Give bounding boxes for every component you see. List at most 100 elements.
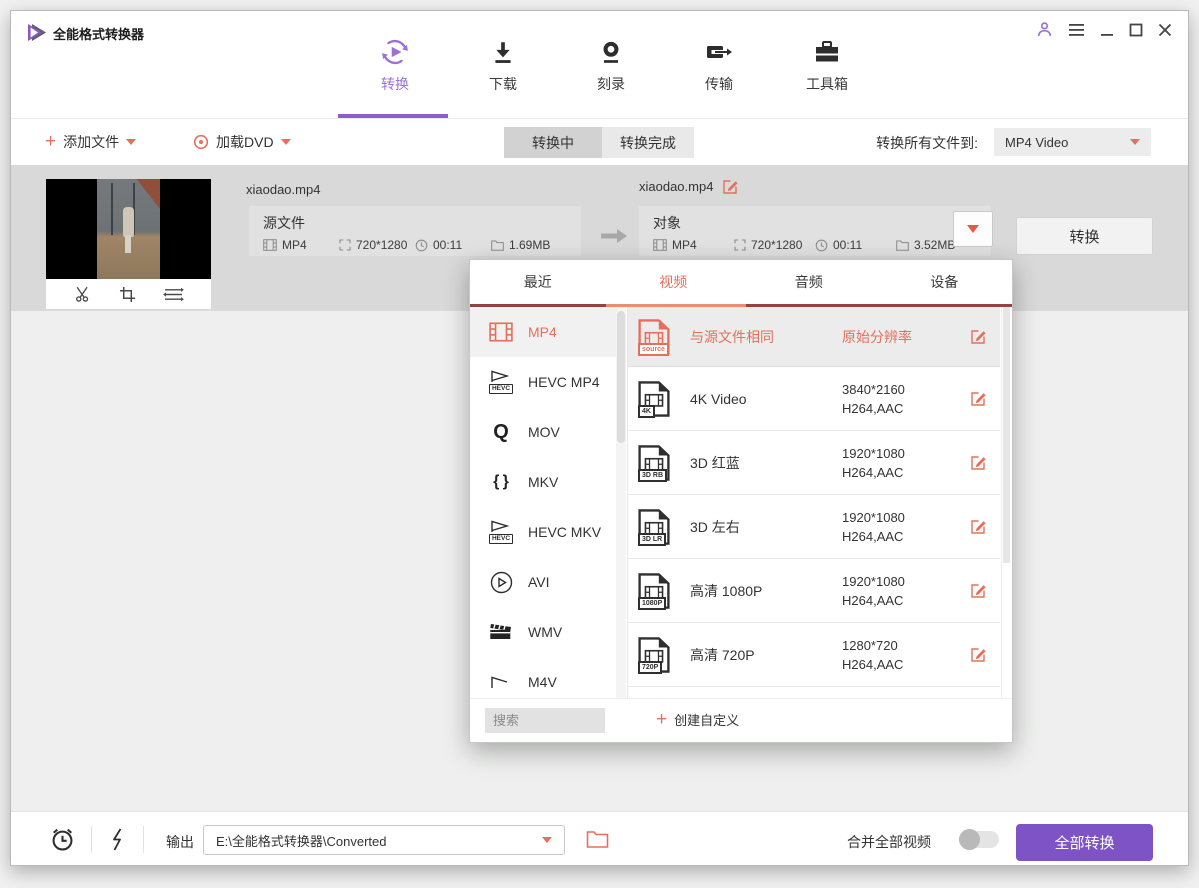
target-resolution: 720*1280 xyxy=(734,238,815,252)
format-popup-tabs: 最近 视频 音频 设备 xyxy=(470,260,1012,304)
preset-row-4k[interactable]: 4K 4K Video 3840*2160H264,AAC xyxy=(628,367,1000,431)
merge-videos-label: 合并全部视频 xyxy=(847,832,931,852)
format-list-scrollbar[interactable] xyxy=(616,307,626,698)
nav-tab-download-label: 下载 xyxy=(489,74,517,94)
nav-tab-transfer[interactable]: 传输 xyxy=(679,35,759,94)
merge-videos-toggle[interactable] xyxy=(959,831,999,848)
format-item-m4v[interactable]: M4V xyxy=(470,657,616,698)
format-item-wmv[interactable]: WMV xyxy=(470,607,616,657)
create-custom-button[interactable]: + 创建自定义 xyxy=(656,710,739,729)
account-icon[interactable] xyxy=(1036,21,1053,38)
menu-icon[interactable] xyxy=(1068,23,1085,37)
source-panel-title: 源文件 xyxy=(263,213,567,233)
rename-edit-icon[interactable] xyxy=(722,178,739,195)
preset-row-same-as-source[interactable]: source 与源文件相同 原始分辨率 xyxy=(628,307,1000,367)
format-list: MP4 HEVC HEVC MP4 Q MOV { } MKV HEV xyxy=(470,307,616,698)
source-info-panel: 源文件 MP4 720*1280 xyxy=(249,206,581,256)
scrollbar-thumb[interactable] xyxy=(1003,307,1010,563)
convert-all-to-select[interactable]: MP4 Video xyxy=(994,128,1151,156)
burn-disc-icon xyxy=(598,35,624,69)
preset-row-3d-rb[interactable]: 3D RB 3D 红蓝 1920*1080H264,AAC xyxy=(628,431,1000,495)
popup-tab-device[interactable]: 设备 xyxy=(877,260,1013,304)
format-item-hevc-mkv[interactable]: HEVC HEVC MKV xyxy=(470,507,616,557)
maximize-icon[interactable] xyxy=(1129,23,1143,37)
popup-tab-audio[interactable]: 音频 xyxy=(741,260,877,304)
format-item-avi[interactable]: AVI xyxy=(470,557,616,607)
video-thumbnail-card xyxy=(46,179,211,309)
output-path-value: E:\全能格式转换器\Converted xyxy=(216,831,542,850)
target-format-dropdown-button[interactable] xyxy=(953,211,993,247)
format-item-mp4[interactable]: MP4 xyxy=(470,307,616,357)
popup-tab-recent[interactable]: 最近 xyxy=(470,260,606,304)
mp4-film-icon xyxy=(485,316,517,348)
m4v-pennant-icon xyxy=(485,666,517,698)
edit-preset-icon[interactable] xyxy=(970,582,1000,599)
nav-tab-convert-label: 转换 xyxy=(381,74,409,94)
app-window: 全能格式转换器 转换 xyxy=(10,10,1189,866)
format-picker-popup: 最近 视频 音频 设备 MP4 HEVC HEVC MP4 xyxy=(469,259,1013,743)
preset-list-scrollbar[interactable] xyxy=(1001,307,1010,698)
nav-tab-download[interactable]: 下载 xyxy=(463,35,543,94)
edit-preset-icon[interactable] xyxy=(970,646,1000,663)
schedule-alarm-icon[interactable] xyxy=(49,826,76,853)
format-item-hevc-mp4[interactable]: HEVC HEVC MP4 xyxy=(470,357,616,407)
convert-button[interactable]: 转换 xyxy=(1016,217,1153,255)
crop-icon[interactable] xyxy=(119,286,136,303)
preset-list: source 与源文件相同 原始分辨率 4K xyxy=(627,307,1000,698)
nav-tab-transfer-label: 传输 xyxy=(705,74,733,94)
preset-row-1080p[interactable]: 1080P 高清 1080P 1920*1080H264,AAC xyxy=(628,559,1000,623)
effects-sliders-icon[interactable] xyxy=(163,286,184,303)
format-item-mkv[interactable]: { } MKV xyxy=(470,457,616,507)
tab-converted[interactable]: 转换完成 xyxy=(602,127,694,158)
hevc-pennant-icon: HEVC xyxy=(485,366,517,398)
add-file-label: 添加文件 xyxy=(63,132,119,152)
popup-tab-video[interactable]: 视频 xyxy=(606,260,742,304)
source-preset-icon: source xyxy=(638,318,670,356)
output-path-select[interactable]: E:\全能格式转换器\Converted xyxy=(203,825,565,855)
edit-preset-icon[interactable] xyxy=(970,454,1000,471)
format-search-input[interactable] xyxy=(485,708,605,733)
high-speed-bolt-icon[interactable] xyxy=(110,828,125,851)
source-duration: 00:11 xyxy=(415,238,491,252)
edit-preset-icon[interactable] xyxy=(970,518,1000,535)
edit-preset-icon[interactable] xyxy=(970,390,1000,407)
plus-icon: + xyxy=(45,134,56,150)
nav-tab-toolbox[interactable]: 工具箱 xyxy=(787,35,867,94)
output-path-caret-icon xyxy=(542,837,552,843)
folder-icon xyxy=(896,240,909,251)
close-icon[interactable] xyxy=(1158,23,1172,37)
resolution-icon xyxy=(339,239,351,251)
target-panel-title: 对象 xyxy=(653,213,977,233)
load-dvd-button[interactable]: 加载DVD xyxy=(193,132,291,152)
add-file-button[interactable]: + 添加文件 xyxy=(45,132,136,152)
hevc-pennant-icon: HEVC xyxy=(485,516,517,548)
tab-converting[interactable]: 转换中 xyxy=(504,127,602,158)
edit-preset-icon[interactable] xyxy=(970,328,1000,345)
convert-all-button[interactable]: 全部转换 xyxy=(1016,824,1153,861)
divider xyxy=(91,826,92,853)
film-icon xyxy=(653,239,667,251)
convert-all-to-caret-icon xyxy=(1130,139,1140,145)
clapperboard-icon xyxy=(485,616,517,648)
source-to-target-arrow-icon xyxy=(599,227,629,245)
play-circle-icon xyxy=(485,566,517,598)
load-dvd-label: 加载DVD xyxy=(216,132,274,152)
toggle-knob xyxy=(959,829,980,850)
trim-scissors-icon[interactable] xyxy=(74,285,92,303)
format-item-mov[interactable]: Q MOV xyxy=(470,407,616,457)
minimize-icon[interactable] xyxy=(1100,23,1114,37)
video-preview-image xyxy=(97,179,160,279)
target-file-name: xiaodao.mp4 xyxy=(639,179,713,194)
open-output-folder-icon[interactable] xyxy=(586,830,609,849)
bottom-bar: 输出 E:\全能格式转换器\Converted 合并全部视频 全部转换 xyxy=(11,811,1188,865)
queue-tabs: 转换中 转换完成 xyxy=(504,127,694,158)
scrollbar-thumb[interactable] xyxy=(617,311,625,443)
transfer-icon xyxy=(705,35,733,69)
folder-icon xyxy=(491,240,504,251)
active-tab-underline xyxy=(338,114,448,118)
nav-tab-convert[interactable]: 转换 xyxy=(355,35,435,94)
preset-row-3d-lr[interactable]: 3D LR 3D 左右 1920*1080H264,AAC xyxy=(628,495,1000,559)
nav-tab-burn[interactable]: 刻录 xyxy=(571,35,651,94)
matroska-braces-icon: { } xyxy=(485,466,517,498)
preset-row-720p[interactable]: 720P 高清 720P 1280*720H264,AAC xyxy=(628,623,1000,687)
